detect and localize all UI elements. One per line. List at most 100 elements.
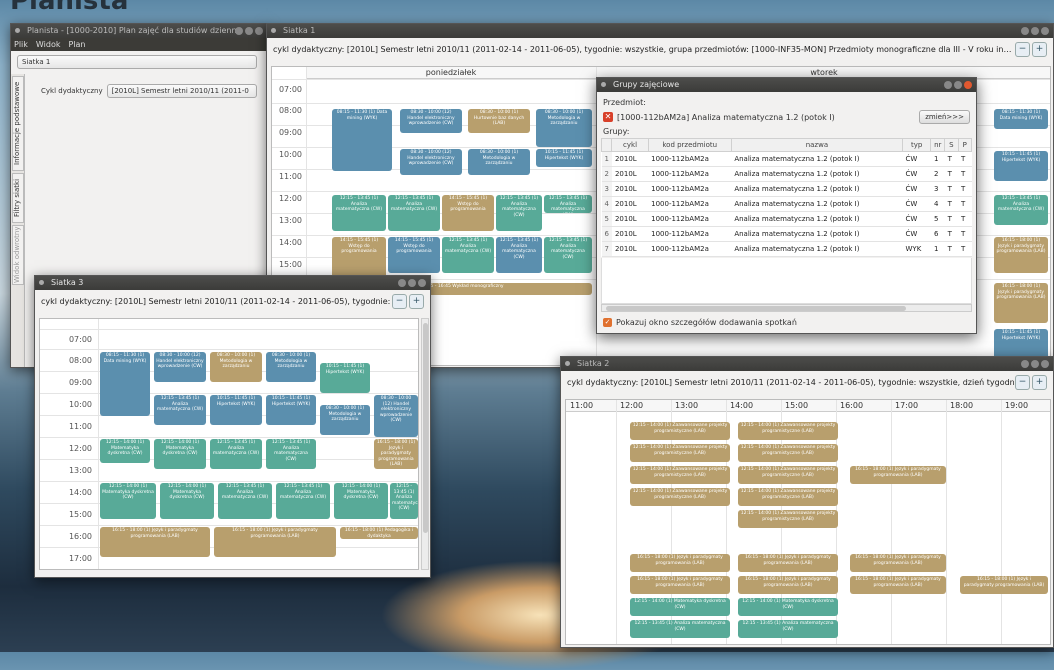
event-block[interactable]: 16:15 - 18:00 (1) Język i paradygmaty pr… [994, 237, 1048, 273]
event-block[interactable]: 12:15 - 14:00 (1) Matematyka dyskretna (… [160, 483, 214, 519]
minimize-icon[interactable] [235, 27, 243, 35]
maximize-icon[interactable] [408, 279, 416, 287]
event-block[interactable]: 16:15 - 18:00 (1) Język i paradygmaty pr… [738, 554, 838, 572]
zoom-out-icon[interactable]: − [1015, 42, 1030, 57]
zoom-in-icon[interactable]: + [409, 294, 424, 309]
event-block[interactable]: 08:30 - 10:00 (12) Handel elektroniczny … [374, 395, 418, 437]
event-block[interactable]: 08:30 - 10:00 (1) Metodologia w zarządza… [266, 352, 316, 382]
menu-widok[interactable]: Widok [36, 38, 61, 51]
event-block[interactable]: 12:15 - 14:00 (1) Zaawansowane projekty … [630, 488, 730, 506]
event-block[interactable]: 12:15 - 14:00 (1) Matematyka dyskretna (… [630, 598, 730, 616]
event-block[interactable]: 08:30 - 10:00 (1) Metodologia w zarządza… [210, 352, 262, 382]
close-icon[interactable] [418, 279, 426, 287]
event-block[interactable]: 08:30 - 10:00 (12) Handel elektroniczny … [400, 149, 462, 175]
table-row[interactable]: 5 2010L 1000-112bAM2a Analiza matematyczna … [601, 211, 972, 227]
event-block[interactable]: 12:15 - 14:00 (1) Zaawansowane projekty … [738, 510, 838, 528]
cycle-combo[interactable]: [2010L] Semestr letni 2010/11 (2011-0 [106, 84, 257, 98]
menu-plan[interactable]: Plan [68, 38, 85, 51]
event-block[interactable]: 12:15 - 14:00 (1) Zaawansowane projekty … [630, 466, 730, 484]
col-header-s[interactable]: S [944, 138, 959, 152]
col-header-kod[interactable]: kod przedmiotu [647, 138, 732, 152]
close-icon[interactable] [964, 81, 972, 89]
close-icon[interactable] [1041, 360, 1049, 368]
event-block[interactable]: 16:15 - 18:00 (1) Język i paradygmaty pr… [100, 527, 210, 557]
main-window-titlebar[interactable]: Planista - [1000-2010] Plan zajęć dla st… [11, 24, 267, 38]
minimize-icon[interactable] [944, 81, 952, 89]
zoom-in-icon[interactable]: + [1032, 375, 1047, 390]
groups-hscroll[interactable] [601, 304, 972, 312]
event-block[interactable]: 12:15 - 14:00 (1) Matematyka dyskretna (… [154, 439, 206, 469]
minimize-icon[interactable] [398, 279, 406, 287]
event-block[interactable]: 16:15 - 18:00 (1) Język i paradygmaty pr… [630, 554, 730, 572]
event-block[interactable]: 08:30 - 10:00 (12) Handel elektroniczny … [400, 109, 462, 133]
maximize-icon[interactable] [1031, 27, 1039, 35]
event-block[interactable]: 08:15 - 11:30 (1) Data mining (WYK) [100, 352, 150, 416]
event-block[interactable]: 08:15 - 11:30 (1) Data mining (WYK) [332, 109, 392, 171]
event-block[interactable]: 12:15 - 13:45 (1) Analiza matematyczna (… [210, 439, 262, 469]
table-row[interactable]: 1 2010L 1000-112bAM2a Analiza matematyczna … [601, 151, 972, 167]
event-block[interactable]: 08:30 - 10:00 (1) Hurtownie baz danych (… [468, 109, 530, 133]
event-block[interactable]: 16:15 - 18:00 (1) Pedagogika i dydaktyka [340, 527, 418, 539]
event-block[interactable]: 08:30 - 10:00 (12) Handel elektroniczny … [154, 352, 206, 382]
siatka3-titlebar[interactable]: Siatka 3 [35, 276, 430, 290]
event-block[interactable]: 12:15 - 14:00 (1) Zaawansowane projekty … [738, 488, 838, 506]
event-block[interactable]: 12:15 - 13:45 (1) Analiza matematyczna (… [442, 237, 494, 273]
siatka3-vscroll[interactable] [421, 318, 429, 570]
maximize-icon[interactable] [1031, 360, 1039, 368]
event-block[interactable]: 12:15 - 14:00 (1) Zaawansowane projekty … [630, 444, 730, 462]
event-block[interactable]: 12:15 - 14:00 (1) Zaawansowane projekty … [738, 466, 838, 484]
event-block[interactable]: 12:15 - 14:00 (1) Matematyka dyskretna (… [100, 439, 150, 463]
tab-informacje-podstawowe[interactable]: Informacje podstawowe [12, 76, 24, 171]
event-block[interactable]: 16:15 - 18:00 (1) Język i paradygmaty pr… [960, 576, 1048, 594]
col-header-typ[interactable]: typ [901, 138, 932, 152]
event-block[interactable]: 12:15 - 13:45 (1) Analiza matematyczna (… [544, 237, 592, 273]
event-block[interactable]: 10:15 - 11:45 (1) Hipertekst (WYK) [266, 395, 316, 425]
scroll-thumb[interactable] [606, 306, 906, 311]
col-header-nr[interactable]: nr [930, 138, 946, 152]
event-block[interactable]: 12:15 - 13:45 (1) Analiza matematyczna (… [630, 620, 730, 638]
event-block[interactable]: 16:15 - 18:00 (1) Język i paradygmaty pr… [850, 466, 946, 484]
event-block[interactable]: 12:15 - 14:00 (1) Zaawansowane projekty … [738, 444, 838, 462]
event-block[interactable]: 12:15 - 13:45 (1) Analiza matematyczna (… [276, 483, 330, 519]
groups-dialog-titlebar[interactable]: Grupy zajęciowe [597, 78, 976, 92]
event-block[interactable]: 10:15 - 11:45 (1) Hipertekst (WYK) [320, 363, 370, 393]
event-block[interactable]: 12:15 - 13:45 (1) Analiza matematyczna (… [388, 195, 440, 231]
zoom-in-icon[interactable]: + [1032, 42, 1047, 57]
scroll-thumb[interactable] [423, 323, 428, 533]
event-block[interactable]: 12:15 - 13:45 (1) Analiza matematyczna (… [496, 237, 542, 273]
siatka2-titlebar[interactable]: Siatka 2 [561, 357, 1053, 371]
zoom-out-icon[interactable]: − [1015, 375, 1030, 390]
table-row[interactable]: 7 2010L 1000-112bAM2a Analiza matematyczna … [601, 241, 972, 257]
event-block[interactable]: 10:15 - 11:45 (1) Hipertekst (WYK) [536, 149, 592, 167]
col-header-nazwa[interactable]: nazwa [730, 138, 904, 152]
change-subject-button[interactable]: zmień>>> [919, 110, 970, 124]
event-block[interactable]: 12:15 - 13:45 (1) Analiza matematyczna (… [994, 195, 1048, 225]
event-block[interactable]: 16:15 - 18:00 (1) Język i paradygmaty pr… [738, 576, 838, 594]
table-row[interactable]: 4 2010L 1000-112bAM2a Analiza matematyczna … [601, 196, 972, 212]
maximize-icon[interactable] [245, 27, 253, 35]
event-block[interactable]: 10:15 - 11:45 (1) Hipertekst (WYK) [210, 395, 262, 425]
event-block[interactable]: 08:30 - 10:00 (1) Metodologia w zarządza… [536, 109, 592, 147]
event-block[interactable]: 12:15 - 14:00 (1) Matematyka dyskretna (… [334, 483, 388, 519]
siatka1-titlebar[interactable]: Siatka 1 [267, 24, 1053, 38]
event-block[interactable]: 12:15 - 13:45 (1) Analiza matematyczna (… [154, 395, 206, 425]
event-block[interactable]: 12:15 - 13:45 (1) Analiza matematyczna (… [332, 195, 386, 231]
table-row[interactable]: 3 2010L 1000-112bAM2a Analiza matematyczna … [601, 181, 972, 197]
show-details-checkbox[interactable]: ✓ [603, 318, 612, 327]
event-block[interactable]: 12:15 - 13:45 (1) Analiza matematyczna (… [738, 620, 838, 638]
event-block[interactable]: 12:15 - 13:45 (1) Analiza matematyczna (… [496, 195, 542, 231]
event-block[interactable]: 12:15 - 14:00 (1) Matematyka dyskretna (… [738, 598, 838, 616]
tab-filtry-siatki[interactable]: Filtry siatki [12, 173, 24, 223]
col-header-cykl[interactable]: cykl [611, 138, 649, 152]
event-block[interactable]: 16:15 - 18:00 (1) Język i paradygmaty pr… [374, 439, 418, 469]
tab-widok-odwrotny[interactable]: Widok odwrotny [12, 225, 24, 285]
event-block[interactable]: 08:30 - 10:00 (1) Metodologia w zarządza… [320, 405, 370, 435]
event-block[interactable]: 12:15 - 14:00 (1) Matematyka dyskretna (… [100, 483, 156, 519]
event-block[interactable]: 14:15 - 15:45 (1) Wstęp do programowania [388, 237, 440, 273]
close-icon[interactable] [1041, 27, 1049, 35]
event-block[interactable]: 14:15 - 15:45 (1) Wstęp do programowania [442, 195, 494, 231]
maximize-icon[interactable] [954, 81, 962, 89]
table-row[interactable]: 2 2010L 1000-112bAM2a Analiza matematyczna … [601, 166, 972, 182]
event-block[interactable]: 08:30 - 10:00 (1) Metodologia w zarządza… [468, 149, 530, 175]
event-block[interactable]: 12:15 - 14:00 (1) Zaawansowane projekty … [630, 422, 730, 440]
